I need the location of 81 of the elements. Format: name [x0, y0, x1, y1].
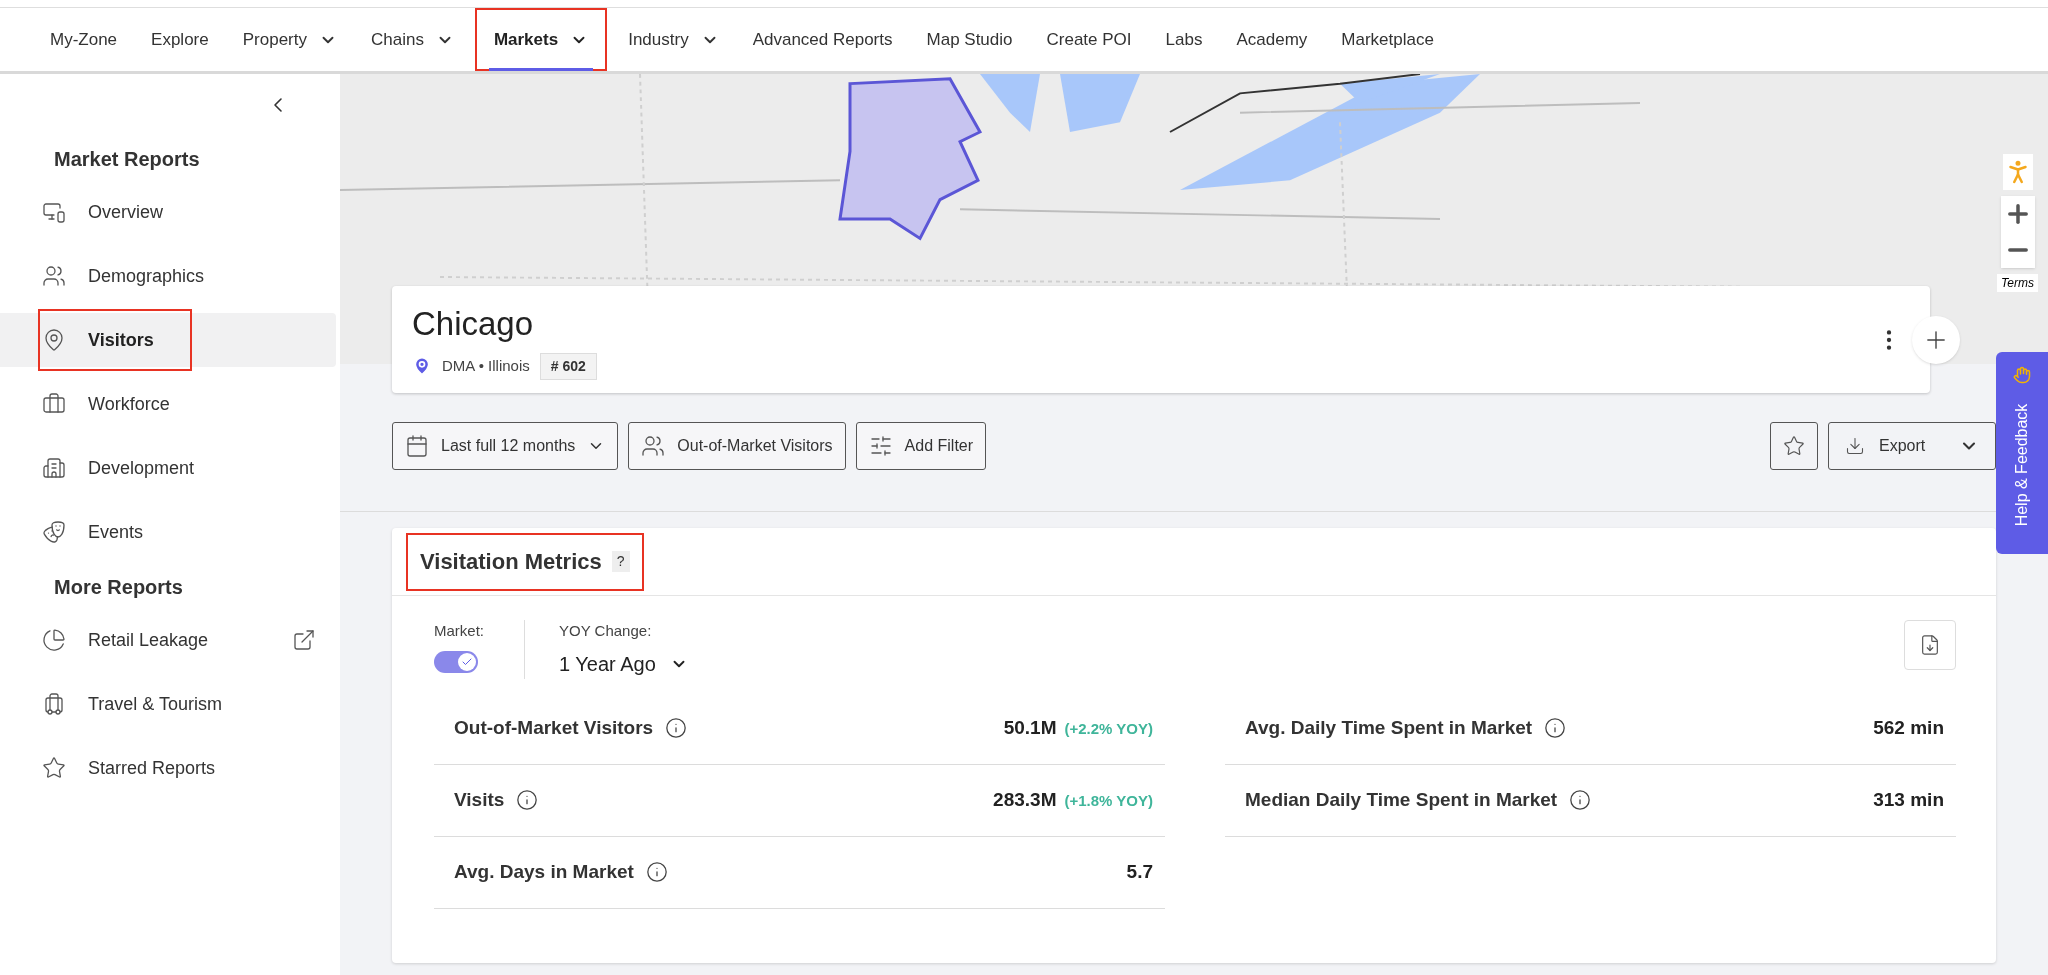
hand-icon	[2013, 366, 2031, 384]
sidebar-item-label: Workforce	[88, 392, 170, 416]
people-icon	[641, 434, 666, 458]
market-title: Chicago	[412, 304, 535, 345]
yoy-dropdown[interactable]: 1 Year Ago	[559, 648, 688, 679]
sidebar-item[interactable]: Overview	[0, 185, 336, 239]
download-icon	[1845, 436, 1865, 456]
info-icon[interactable]	[645, 861, 668, 883]
feedback-tab[interactable]: Help & Feedback	[1996, 352, 2048, 554]
nav-tab[interactable]: My-Zone	[33, 8, 135, 71]
market-toggle[interactable]	[434, 650, 478, 673]
nav-tab[interactable]: Marketplace	[1324, 8, 1451, 71]
sidebar-item[interactable]: Travel & Tourism	[0, 677, 336, 731]
metric-label: Visits	[454, 787, 505, 812]
metric-label: Out-of-Market Visitors	[454, 715, 654, 740]
filter-button[interactable]: Last full 12 months	[392, 422, 619, 470]
pin-icon	[42, 328, 66, 352]
market-label: Market:	[434, 621, 484, 641]
metric-value: 283.3M	[993, 787, 1057, 812]
help-tag[interactable]: ?	[611, 551, 630, 572]
masks-icon	[42, 520, 66, 544]
metric-value: 50.1M	[1003, 715, 1057, 740]
sidebar-item-label: Travel & Tourism	[88, 692, 223, 716]
info-icon[interactable]	[665, 717, 688, 739]
info-icon[interactable]	[1569, 789, 1592, 811]
metric-value: 313 min	[1873, 787, 1944, 812]
rank-tag: # 602	[539, 352, 597, 380]
sidebar-item[interactable]: Demographics	[0, 249, 336, 303]
nav-tab[interactable]: Map Studio	[909, 8, 1030, 71]
building-icon	[42, 456, 66, 480]
metric-change: (+1.8% YOY)	[1064, 790, 1153, 811]
nav-tab[interactable]: Chains	[353, 8, 471, 71]
info-icon[interactable]	[1544, 717, 1567, 739]
briefcase-icon	[42, 392, 66, 416]
file-download-icon	[1919, 634, 1941, 656]
sidebar-item[interactable]: Events	[0, 505, 336, 559]
card-title: Visitation Metrics	[420, 548, 602, 576]
sidebar-item-label: Visitors	[88, 328, 154, 352]
sidebar-item-label: Starred Reports	[88, 756, 216, 780]
nav-tab[interactable]: Advanced Reports	[735, 8, 910, 71]
calendar-icon	[405, 434, 429, 458]
metric-change: (+2.2% YOY)	[1064, 718, 1153, 739]
star-button[interactable]	[1770, 422, 1818, 470]
metric-label: Avg. Daily Time Spent in Market	[1245, 715, 1533, 740]
sidebar-section-title: Market Reports	[53, 147, 201, 172]
export-button[interactable]: Export	[1828, 422, 1996, 470]
download-button[interactable]	[1904, 620, 1956, 670]
sidebar-item[interactable]: Workforce	[0, 377, 336, 431]
nav-tab[interactable]: Labs	[1148, 8, 1220, 71]
metric-label: Median Daily Time Spent in Market	[1245, 787, 1558, 812]
metric-value: 562 min	[1873, 715, 1944, 740]
info-icon[interactable]	[516, 789, 539, 811]
star-icon	[42, 756, 66, 780]
nav-tab[interactable]: Academy	[1219, 8, 1325, 71]
sidebar-item-label: Development	[88, 456, 195, 480]
filter-button[interactable]: Out-of-Market Visitors	[628, 422, 846, 470]
sidebar-item-label: Demographics	[88, 264, 205, 288]
market-subtitle: DMA • Illinois	[442, 356, 530, 376]
nav-tab[interactable]: Explore	[134, 8, 226, 71]
sidebar-section-title: More Reports	[53, 575, 184, 600]
people-icon	[42, 264, 66, 288]
nav-tab[interactable]: Industry	[611, 8, 736, 71]
nav-tab[interactable]: Create POI	[1029, 8, 1149, 71]
metric-value: 5.7	[1126, 859, 1153, 884]
sidebar-item[interactable]: Retail Leakage	[0, 613, 336, 667]
sidebar-item-label: Retail Leakage	[88, 628, 209, 652]
filter-button[interactable]: Add Filter	[855, 422, 987, 470]
sidebar-item[interactable]: Starred Reports	[0, 741, 336, 795]
nav-tab[interactable]: Markets	[476, 10, 606, 69]
sidebar-item-label: Events	[88, 520, 144, 544]
nav-tab[interactable]: Property	[225, 8, 354, 71]
star-icon	[1783, 435, 1805, 457]
add-button[interactable]	[1912, 315, 1960, 364]
luggage-icon	[42, 692, 66, 716]
external-link-icon[interactable]	[292, 628, 316, 652]
map-terms-link[interactable]: Terms	[1997, 274, 2038, 292]
metric-label: Avg. Days in Market	[454, 859, 634, 884]
yoy-label: YOY Change:	[559, 621, 653, 641]
sidebar-item-label: Overview	[88, 200, 163, 224]
sidebar-item[interactable]: Development	[0, 441, 336, 495]
pie-chart-icon	[42, 628, 66, 652]
